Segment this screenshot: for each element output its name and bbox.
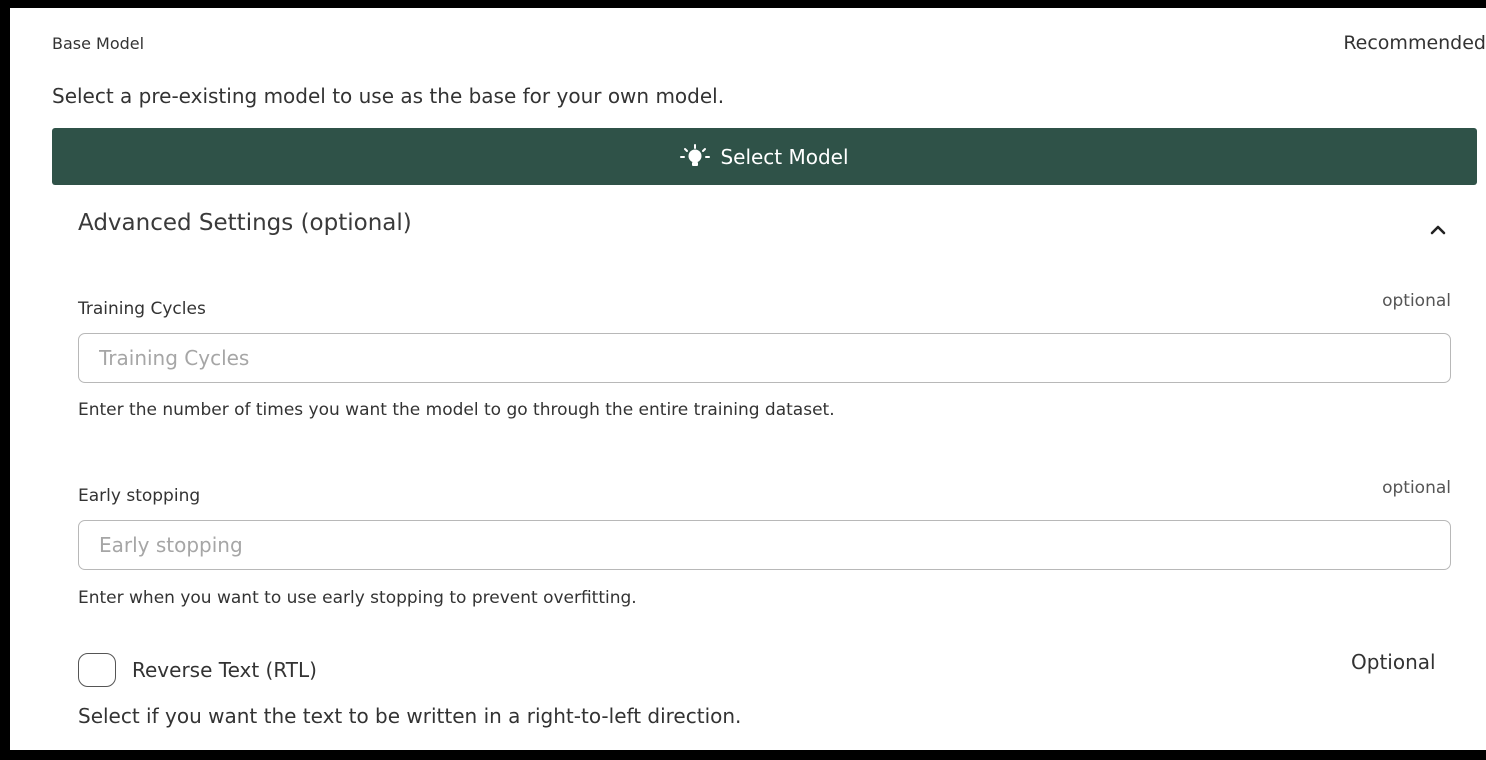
early-stopping-input[interactable] [78,520,1451,570]
training-cycles-label: Training Cycles [78,299,206,319]
reverse-text-label[interactable]: Reverse Text (RTL) [132,658,317,682]
reverse-text-optional: Optional [1351,650,1436,674]
base-model-description: Select a pre-existing model to use as th… [52,84,725,108]
base-model-panel: Base Model Recommended Select a pre-exis… [10,8,1486,750]
base-model-label: Base Model [52,34,145,53]
select-model-button[interactable]: Select Model [52,128,1477,185]
reverse-text-checkbox[interactable] [78,653,116,687]
lightbulb-icon [680,143,711,170]
chevron-up-icon[interactable] [1426,218,1450,242]
early-stopping-optional: optional [1382,478,1451,498]
training-cycles-help: Enter the number of times you want the m… [78,400,835,420]
training-cycles-input[interactable] [78,333,1451,383]
recommended-badge: Recommended [1343,32,1486,54]
early-stopping-help: Enter when you want to use early stoppin… [78,588,637,608]
reverse-text-description: Select if you want the text to be writte… [78,704,742,728]
advanced-settings-title[interactable]: Advanced Settings (optional) [78,210,412,236]
training-cycles-optional: optional [1382,291,1451,311]
early-stopping-label: Early stopping [78,486,201,506]
select-model-label: Select Model [720,144,849,169]
